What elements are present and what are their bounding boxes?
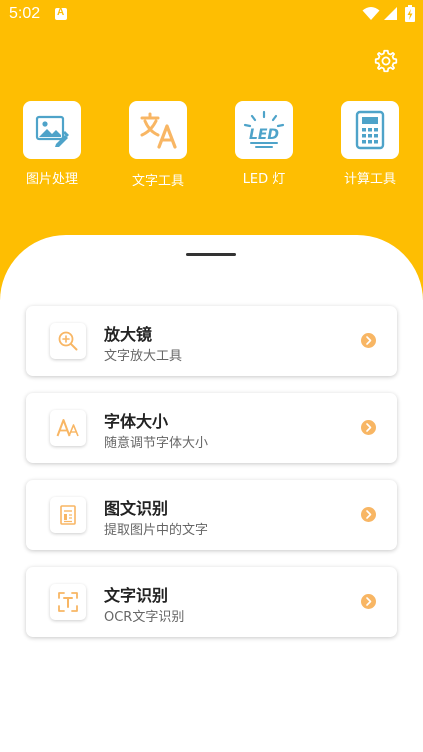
signal-icon [384, 7, 397, 20]
status-time: 5:02 [9, 5, 41, 22]
chevron-right-icon [361, 594, 376, 609]
settings-button[interactable] [372, 47, 400, 75]
card-title: 图文识别 [104, 499, 169, 518]
tool-text-tools[interactable]: 文字工具 [118, 101, 198, 189]
card-icon-tile [50, 323, 86, 359]
image-edit-icon [35, 115, 69, 147]
wifi-icon [362, 7, 380, 20]
card-title: 字体大小 [104, 412, 169, 431]
battery-icon [405, 5, 415, 22]
card-icon-tile [50, 497, 86, 533]
tool-label: 计算工具 [343, 172, 396, 187]
card-image-text-recognition[interactable]: 图文识别 提取图片中的文字 [26, 480, 397, 550]
magnifier-icon [58, 331, 78, 351]
tool-tile [23, 101, 81, 159]
card-title: 放大镜 [104, 325, 153, 344]
tool-label: 图片处理 [25, 172, 78, 187]
tool-image-processing[interactable]: 图片处理 [12, 101, 92, 187]
card-icon-tile [50, 410, 86, 446]
translate-icon [140, 112, 177, 149]
tool-tile [341, 101, 399, 159]
card-font-size[interactable]: 字体大小 随意调节字体大小 [26, 393, 397, 463]
card-subtitle: 随意调节字体大小 [104, 436, 209, 451]
card-subtitle: 文字放大工具 [104, 349, 183, 364]
calculator-icon [355, 110, 385, 150]
card-text-recognition[interactable]: 文字识别 OCR文字识别 [26, 567, 397, 637]
tool-tile: LED [235, 101, 293, 159]
status-bar: 5:02 A [0, 0, 423, 30]
card-magnifier[interactable]: 放大镜 文字放大工具 [26, 306, 397, 376]
tool-tile [129, 101, 187, 159]
gear-icon [374, 49, 398, 73]
notification-icon: A [55, 7, 67, 20]
card-icon-tile [50, 584, 86, 620]
card-subtitle: 提取图片中的文字 [104, 523, 209, 538]
chevron-right-icon [361, 333, 376, 348]
card-title: 文字识别 [104, 586, 169, 605]
tool-calculator[interactable]: 计算工具 [330, 101, 410, 187]
svg-text:LED: LED [249, 127, 279, 143]
tool-label: 文字工具 [131, 174, 184, 189]
chevron-right-icon [361, 420, 376, 435]
led-icon: LED [243, 110, 285, 148]
document-scan-icon [60, 505, 76, 525]
tool-led-light[interactable]: LED LED 灯 [224, 101, 304, 187]
sheet-drag-handle[interactable] [186, 253, 236, 256]
chevron-right-icon [361, 507, 376, 522]
tool-label: LED 灯 [242, 172, 286, 187]
card-subtitle: OCR文字识别 [104, 610, 185, 625]
text-scan-icon [58, 592, 78, 612]
font-size-icon [56, 419, 79, 437]
